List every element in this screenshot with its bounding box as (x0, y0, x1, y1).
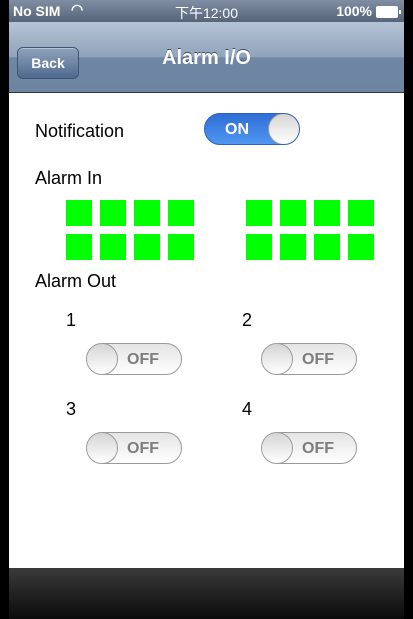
alarm-out-4-number: 4 (242, 399, 253, 419)
alarm-in-label: Alarm In (35, 168, 103, 188)
toggle-knob (262, 344, 293, 374)
alarm-in-indicator (314, 200, 340, 226)
notification-toggle-text: ON (225, 121, 249, 138)
notification-toggle[interactable]: ON (204, 113, 300, 145)
alarm-in-indicator (168, 234, 194, 260)
toggle-knob (87, 433, 118, 463)
alarm-in-indicator (246, 234, 272, 260)
alarm-in-indicator (66, 234, 92, 260)
alarm-out-3-toggle[interactable]: OFF (86, 432, 182, 464)
toggle-knob (87, 344, 118, 374)
alarm-in-indicator (66, 200, 92, 226)
battery-icon (376, 6, 401, 18)
alarm-in-indicator (134, 200, 160, 226)
alarm-out-4-toggle[interactable]: OFF (261, 432, 357, 464)
alarm-out-1-number: 1 (66, 310, 77, 330)
bottom-toolbar (9, 568, 404, 619)
app-screen: No SIM ◠ 下午12:00 100% Back Alarm I/O Not… (9, 0, 404, 619)
toggle-knob (262, 433, 293, 463)
alarm-out-label: Alarm Out (35, 271, 117, 291)
alarm-in-group-1 (66, 200, 194, 260)
navigation-bar: Back Alarm I/O (9, 22, 404, 93)
page-title: Alarm I/O (162, 47, 251, 69)
alarm-out-2-number: 2 (242, 310, 253, 330)
alarm-out-4-state: OFF (302, 440, 334, 457)
alarm-out-3-number: 3 (66, 399, 77, 419)
alarm-in-indicator (348, 234, 374, 260)
alarm-in-indicator (100, 200, 126, 226)
notification-label: Notification (35, 121, 125, 141)
alarm-in-group-2 (246, 200, 374, 260)
alarm-out-1-toggle[interactable]: OFF (86, 343, 182, 375)
alarm-in-indicator (168, 200, 194, 226)
toggle-knob (268, 114, 299, 144)
alarm-out-3-state: OFF (127, 440, 159, 457)
alarm-in-indicator (134, 234, 160, 260)
alarm-in-indicator (280, 200, 306, 226)
alarm-in-indicator (314, 234, 340, 260)
alarm-in-indicator (280, 234, 306, 260)
alarm-in-indicator (246, 200, 272, 226)
alarm-in-indicator (100, 234, 126, 260)
alarm-in-indicator (348, 200, 374, 226)
alarm-out-1-state: OFF (127, 351, 159, 368)
alarm-out-2-state: OFF (302, 351, 334, 368)
status-bar: No SIM ◠ 下午12:00 100% (9, 0, 404, 22)
alarm-out-2-toggle[interactable]: OFF (261, 343, 357, 375)
battery-percentage: 100% (336, 3, 372, 19)
